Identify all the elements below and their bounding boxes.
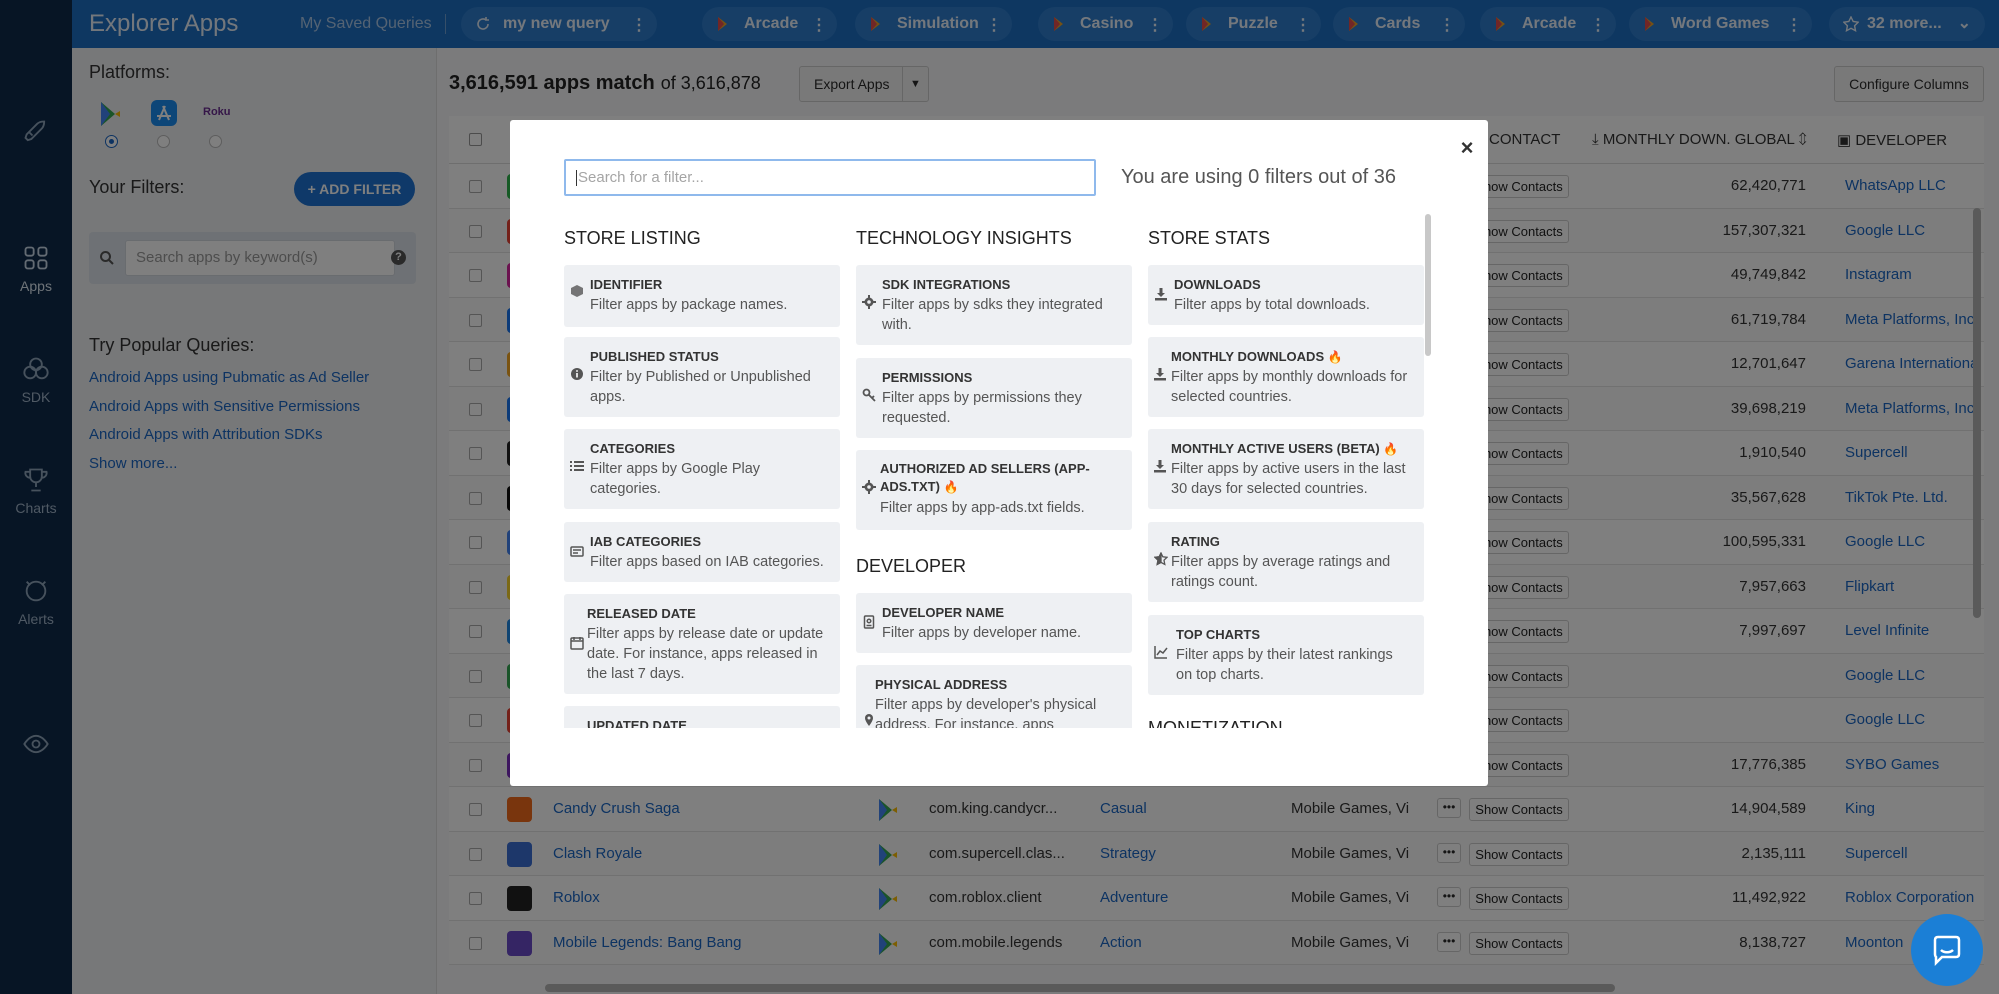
list-icon bbox=[570, 459, 584, 473]
fire-icon: 🔥 bbox=[1383, 442, 1399, 456]
gear-icon bbox=[862, 480, 876, 494]
filter-card-desc: Filter apps by their latest rankings on … bbox=[1176, 647, 1393, 683]
filter-card-desc: Filter apps by Google Play categories. bbox=[590, 461, 761, 497]
filter-card-monthly-downloads[interactable]: MONTHLY DOWNLOADS 🔥 Filter apps by month… bbox=[1148, 337, 1424, 417]
map-marker-icon bbox=[862, 713, 876, 727]
filter-search-input[interactable]: Search for a filter... bbox=[564, 159, 1096, 196]
star-half-icon bbox=[1153, 551, 1169, 566]
filter-search-placeholder: Search for a filter... bbox=[578, 169, 704, 186]
filter-card-categories[interactable]: CATEGORIES Filter apps by Google Play ca… bbox=[564, 429, 840, 509]
filter-card-authorized-ad-sellers[interactable]: AUTHORIZED AD SELLERS (APP-ADS.TXT) 🔥 Fi… bbox=[856, 450, 1132, 530]
filter-card-title: SDK INTEGRATIONS bbox=[882, 277, 1011, 292]
filter-card-title: IDENTIFIER bbox=[590, 277, 663, 292]
filter-picker-modal: × Search for a filter... You are using 0… bbox=[510, 120, 1488, 786]
calendar-icon bbox=[570, 636, 584, 650]
filter-card-desc: Filter apps by average ratings and ratin… bbox=[1171, 554, 1391, 590]
filter-card-updated-date[interactable]: UPDATED DATE bbox=[564, 706, 840, 728]
filter-card-physical-address[interactable]: PHYSICAL ADDRESS Filter apps by develope… bbox=[856, 665, 1132, 728]
filter-card-title: DOWNLOADS bbox=[1174, 277, 1261, 292]
filter-categories: STORE LISTING IDENTIFIER Filter apps by … bbox=[564, 213, 1434, 728]
filter-card-developer-name[interactable]: DEVELOPER NAME Filter apps by developer … bbox=[856, 593, 1132, 653]
filter-card-downloads[interactable]: DOWNLOADS Filter apps by total downloads… bbox=[1148, 265, 1424, 325]
filter-card-permissions[interactable]: PERMISSIONS Filter apps by permissions t… bbox=[856, 358, 1132, 438]
chat-button[interactable] bbox=[1911, 914, 1983, 986]
filter-card-title: MONTHLY ACTIVE USERS (BETA) bbox=[1171, 441, 1380, 456]
filter-card-sdk-integrations[interactable]: SDK INTEGRATIONS Filter apps by sdks the… bbox=[856, 265, 1132, 345]
filter-card-published-status[interactable]: PUBLISHED STATUS Filter by Published or … bbox=[564, 337, 840, 417]
section-monetization: MONETIZATION bbox=[1148, 718, 1283, 728]
id-badge-icon bbox=[862, 615, 876, 629]
filter-card-title: CATEGORIES bbox=[590, 441, 675, 456]
filter-card-desc: Filter apps by active users in the last … bbox=[1171, 461, 1406, 497]
filter-card-desc: Filter apps by package names. bbox=[590, 297, 788, 313]
line-chart-icon bbox=[1154, 645, 1168, 659]
id-card-icon bbox=[570, 544, 584, 558]
filter-card-rating[interactable]: RATING Filter apps by average ratings an… bbox=[1148, 522, 1424, 602]
filter-card-desc: Filter apps by release date or update da… bbox=[587, 626, 824, 682]
filter-card-desc: Filter apps by app-ads.txt fields. bbox=[880, 500, 1085, 516]
section-technology-insights: TECHNOLOGY INSIGHTS bbox=[856, 228, 1072, 248]
filter-card-released-date[interactable]: RELEASED DATE Filter apps by release dat… bbox=[564, 594, 840, 694]
gear-icon bbox=[862, 295, 876, 309]
filter-card-title: PHYSICAL ADDRESS bbox=[875, 677, 1008, 692]
filter-card-title: MONTHLY DOWNLOADS bbox=[1171, 349, 1325, 364]
fire-icon: 🔥 bbox=[1327, 350, 1343, 364]
modal-scrollbar[interactable] bbox=[1425, 214, 1431, 356]
filter-card-desc: Filter apps by developer name. bbox=[882, 625, 1082, 641]
download-icon bbox=[1153, 459, 1167, 473]
filter-card-title: TOP CHARTS bbox=[1176, 627, 1261, 642]
filter-card-title: RELEASED DATE bbox=[587, 606, 696, 621]
section-store-listing: STORE LISTING bbox=[564, 228, 701, 248]
section-developer: DEVELOPER bbox=[856, 556, 967, 576]
close-icon[interactable]: × bbox=[1454, 136, 1480, 162]
fire-icon: 🔥 bbox=[943, 480, 959, 494]
filter-card-desc: Filter apps by developer's physical addr… bbox=[875, 697, 1097, 728]
info-icon bbox=[570, 367, 584, 381]
filter-card-desc: Filter apps by total downloads. bbox=[1174, 297, 1370, 313]
key-icon bbox=[862, 388, 876, 402]
filter-card-title-wrap: MONTHLY DOWNLOADS 🔥 bbox=[1171, 349, 1343, 364]
filter-card-desc: Filter apps by permissions they requeste… bbox=[882, 390, 1082, 426]
filter-card-title: RATING bbox=[1171, 534, 1220, 549]
filter-usage-text: You are using 0 filters out of 36 bbox=[1121, 166, 1396, 188]
filter-card-title-wrap: AUTHORIZED AD SELLERS (APP-ADS.TXT) 🔥 bbox=[880, 460, 1110, 496]
filter-card-monthly-active-users[interactable]: MONTHLY ACTIVE USERS (BETA) 🔥 Filter app… bbox=[1148, 429, 1424, 509]
filter-card-top-charts[interactable]: TOP CHARTS Filter apps by their latest r… bbox=[1148, 615, 1424, 695]
chat-icon bbox=[1933, 935, 1961, 967]
filter-card-identifier[interactable]: IDENTIFIER Filter apps by package names. bbox=[564, 265, 840, 327]
filter-card-desc: Filter apps by monthly downloads for sel… bbox=[1171, 369, 1408, 405]
filter-card-desc: Filter by Published or Unpublished apps. bbox=[590, 369, 811, 405]
filter-card-title-wrap: MONTHLY ACTIVE USERS (BETA) 🔥 bbox=[1171, 441, 1398, 456]
filter-card-title: IAB CATEGORIES bbox=[590, 534, 701, 549]
download-icon bbox=[1154, 287, 1168, 301]
filter-card-title: AUTHORIZED AD SELLERS (APP-ADS.TXT) bbox=[880, 461, 1090, 494]
filter-card-title: DEVELOPER NAME bbox=[882, 605, 1005, 620]
section-store-stats: STORE STATS bbox=[1148, 228, 1271, 248]
filter-card-title: PUBLISHED STATUS bbox=[590, 349, 719, 364]
filter-card-title: UPDATED DATE bbox=[587, 718, 687, 728]
filter-card-desc: Filter apps by sdks they integrated with… bbox=[882, 297, 1103, 333]
filter-card-iab-categories[interactable]: IAB CATEGORIES Filter apps based on IAB … bbox=[564, 522, 840, 582]
text-cursor bbox=[576, 170, 577, 187]
filter-card-desc: Filter apps based on IAB categories. bbox=[590, 554, 824, 570]
download-icon bbox=[1153, 367, 1167, 381]
package-icon bbox=[570, 284, 584, 298]
filter-card-title: PERMISSIONS bbox=[882, 370, 973, 385]
